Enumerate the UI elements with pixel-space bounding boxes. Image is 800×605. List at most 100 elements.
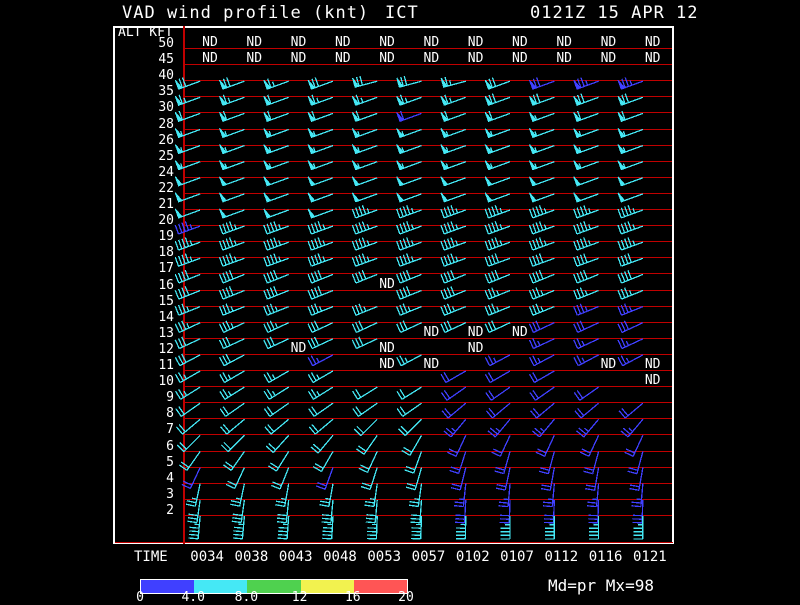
no-data-marker: ND — [379, 358, 395, 371]
altitude-label: 25 — [130, 150, 174, 163]
no-data-marker: ND — [424, 36, 440, 49]
no-data-marker: ND — [645, 52, 661, 65]
altitude-label: 9 — [130, 391, 174, 404]
altitude-label: 3 — [130, 488, 174, 501]
altitude-label: 35 — [130, 85, 174, 98]
altitude-label: 19 — [130, 230, 174, 243]
grid-line-row — [183, 177, 672, 178]
altitude-label: 22 — [130, 182, 174, 195]
colorbar-tick-label: 8.0 — [235, 590, 258, 605]
valid-timestamp: 0121Z 15 APR 12 — [530, 2, 699, 24]
grid-line-row — [183, 225, 672, 226]
no-data-marker: ND — [424, 358, 440, 371]
grid-line-row — [183, 306, 672, 307]
time-label: 0048 — [323, 549, 357, 565]
altitude-label: 8 — [130, 407, 174, 420]
grid-line-row — [183, 451, 672, 452]
grid-line-row — [183, 80, 672, 81]
no-data-marker: ND — [379, 342, 395, 355]
no-data-marker: ND — [379, 36, 395, 49]
altitude-label: 5 — [130, 456, 174, 469]
no-data-marker: ND — [601, 36, 617, 49]
no-data-marker: ND — [246, 52, 262, 65]
no-data-marker: ND — [601, 52, 617, 65]
altitude-label: 21 — [130, 198, 174, 211]
grid-line-row — [183, 273, 672, 274]
no-data-marker: ND — [645, 374, 661, 387]
no-data-marker: ND — [291, 342, 307, 355]
no-data-marker: ND — [512, 36, 528, 49]
time-axis-separator — [115, 542, 673, 543]
grid-line-row — [183, 145, 672, 146]
grid-line-row — [183, 434, 672, 435]
grid-line-row — [183, 161, 672, 162]
altitude-label: 20 — [130, 214, 174, 227]
no-data-marker: ND — [468, 36, 484, 49]
altitude-label: 40 — [130, 69, 174, 82]
grid-line-row — [183, 112, 672, 113]
no-data-marker: ND — [645, 358, 661, 371]
altitude-label: 6 — [130, 440, 174, 453]
time-label: 0057 — [412, 549, 446, 565]
no-data-marker: ND — [291, 52, 307, 65]
altitude-label: 11 — [130, 359, 174, 372]
altitude-label: 18 — [130, 246, 174, 259]
colorbar-tick-label: 20 — [398, 590, 414, 605]
no-data-marker: ND — [645, 36, 661, 49]
speed-colorbar — [140, 579, 408, 594]
page-title: VAD wind profile (knt) — [122, 2, 369, 24]
altitude-label: 12 — [130, 343, 174, 356]
grid-line-row — [183, 499, 672, 500]
no-data-marker: ND — [512, 326, 528, 339]
no-data-marker: ND — [291, 36, 307, 49]
no-data-marker: ND — [556, 52, 572, 65]
colorbar-tick-label: 12 — [292, 590, 308, 605]
colorbar-tick-label: 4.0 — [181, 590, 204, 605]
altitude-label: 30 — [130, 101, 174, 114]
altitude-label: 50 — [130, 37, 174, 50]
altitude-label: 13 — [130, 327, 174, 340]
altitude-label: 16 — [130, 279, 174, 292]
no-data-marker: ND — [379, 52, 395, 65]
altitude-label: 15 — [130, 295, 174, 308]
grid-line-row — [183, 193, 672, 194]
grid-line-row — [183, 402, 672, 403]
time-label: 0034 — [190, 549, 224, 565]
grid-line-row — [183, 290, 672, 291]
no-data-marker: ND — [468, 52, 484, 65]
time-label: 0112 — [544, 549, 578, 565]
no-data-marker: ND — [601, 358, 617, 371]
altitude-label: 4 — [130, 472, 174, 485]
altitude-label: 28 — [130, 118, 174, 131]
grid-line-row — [183, 129, 672, 130]
grid-line-row — [183, 467, 672, 468]
time-label: 0116 — [589, 549, 623, 565]
grid-line-row — [183, 322, 672, 323]
colorbar-tick-label: 0 — [136, 590, 144, 605]
grid-line-row — [183, 241, 672, 242]
no-data-marker: ND — [512, 52, 528, 65]
no-data-marker: ND — [556, 36, 572, 49]
grid-line-row — [183, 209, 672, 210]
no-data-marker: ND — [202, 52, 218, 65]
time-label: 0053 — [367, 549, 401, 565]
vad-wind-profile-display: VAD wind profile (knt) ICT 0121Z 15 APR … — [0, 0, 800, 600]
altitude-label: 10 — [130, 375, 174, 388]
grid-line-row — [183, 354, 672, 355]
altitude-label: 26 — [130, 134, 174, 147]
no-data-marker: ND — [202, 36, 218, 49]
grid-line-row — [183, 418, 672, 419]
no-data-marker: ND — [468, 342, 484, 355]
altitude-label: 2 — [130, 504, 174, 517]
no-data-marker: ND — [335, 52, 351, 65]
no-data-marker: ND — [246, 36, 262, 49]
time-label: 0102 — [456, 549, 490, 565]
no-data-marker: ND — [468, 326, 484, 339]
status-text: Md=pr Mx=98 — [548, 576, 654, 595]
time-label: 0038 — [235, 549, 269, 565]
grid-line-row — [183, 386, 672, 387]
time-label: 0107 — [500, 549, 534, 565]
no-data-marker: ND — [335, 36, 351, 49]
grid-line-row — [183, 257, 672, 258]
no-data-marker: ND — [424, 52, 440, 65]
